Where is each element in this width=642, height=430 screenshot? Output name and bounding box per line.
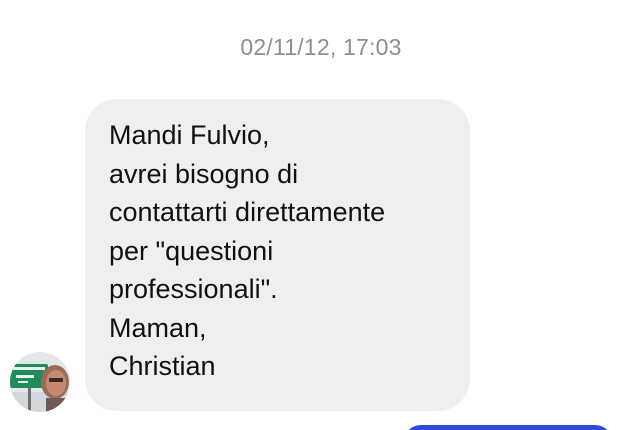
message-line-3: contattarti direttamente <box>109 197 386 227</box>
outgoing-message-bubble[interactable] <box>403 425 613 430</box>
sender-avatar[interactable] <box>10 352 70 412</box>
message-line-2: avrei bisogno di <box>109 158 299 189</box>
chat-screen: 02/11/12, 17:03 Mandi Fulvio, avrei biso… <box>0 0 642 430</box>
message-timestamp: 02/11/12, 17:03 <box>240 34 402 60</box>
message-line-4: per "questioni <box>109 235 274 266</box>
message-line-1: Mandi Fulvio, <box>109 120 270 150</box>
incoming-message-bubble[interactable]: Mandi Fulvio, avrei bisogno di contattar… <box>85 99 470 411</box>
message-line-5: professionali". <box>109 274 278 304</box>
contact-photo-icon <box>10 352 70 412</box>
message-line-7: Christian <box>109 351 216 381</box>
message-line-6: Maman, <box>109 312 207 343</box>
